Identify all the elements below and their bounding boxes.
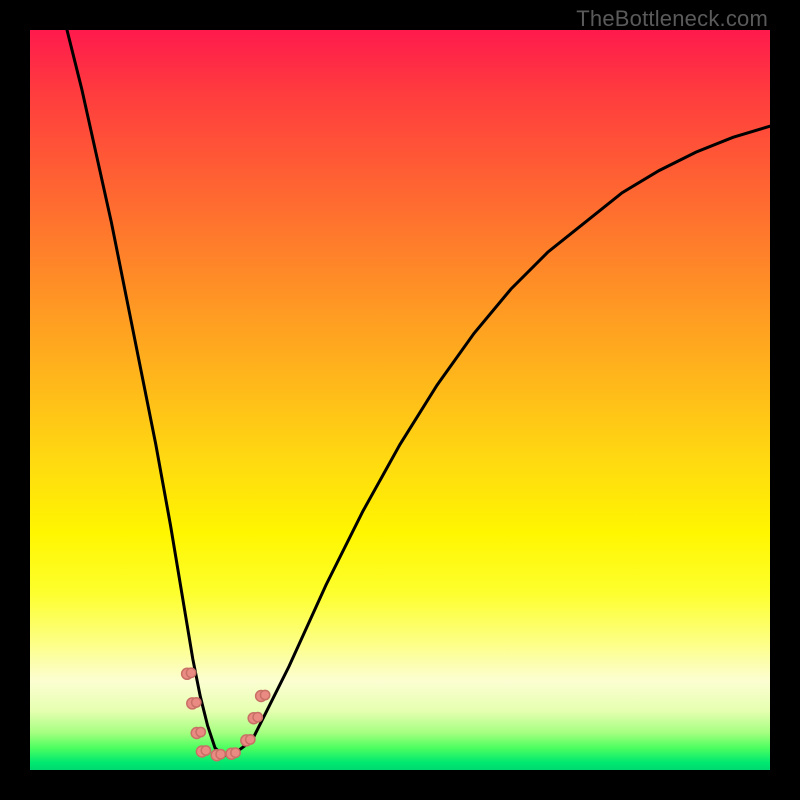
curve-marker <box>226 748 240 759</box>
bottleneck-curve-svg <box>30 30 770 770</box>
curve-marker <box>211 750 225 761</box>
curve-marker <box>241 735 255 746</box>
bottleneck-curve-path <box>67 30 770 755</box>
chart-frame: TheBottleneck.com <box>0 0 800 800</box>
curve-marker <box>191 727 205 738</box>
curve-marker <box>187 698 201 709</box>
watermark-text: TheBottleneck.com <box>576 6 768 32</box>
curve-marker <box>256 690 270 701</box>
plot-area <box>30 30 770 770</box>
curve-markers <box>182 668 270 761</box>
curve-marker <box>182 668 196 679</box>
curve-marker <box>196 746 210 757</box>
